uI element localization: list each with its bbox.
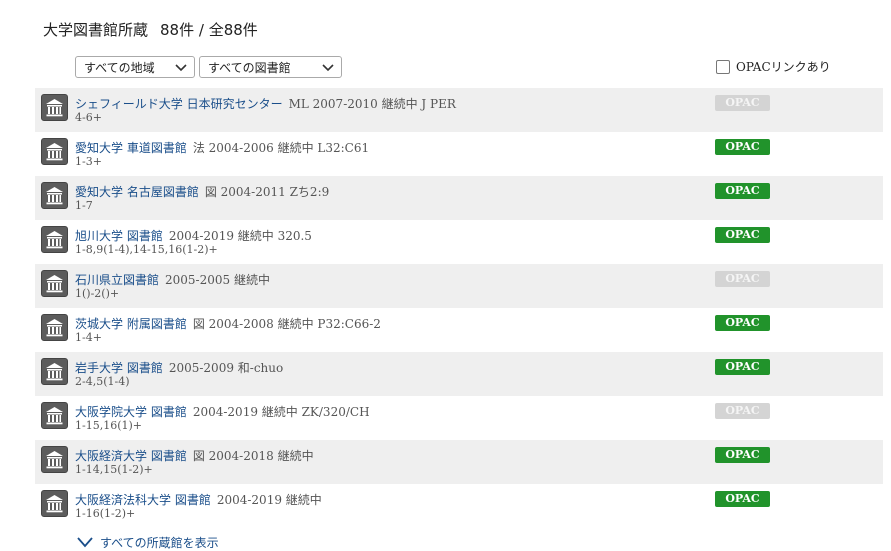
library-building-icon [41, 358, 68, 385]
holding-volumes: 2-4,5(1-4) [75, 375, 130, 388]
opac-button[interactable]: OPAC [715, 315, 770, 331]
holding-meta: 図 2004-2018 継続中 [192, 449, 314, 463]
opac-button[interactable]: OPAC [715, 491, 770, 507]
holding-summary: 愛知大学 車道図書館法 2004-2006 継続中 L32:C61 [75, 139, 369, 156]
library-select-value: すべての図書館 [208, 60, 291, 75]
opac-button[interactable]: OPAC [715, 227, 770, 243]
show-all-libraries-link[interactable]: すべての所蔵館を表示 [76, 534, 219, 551]
region-select-value: すべての地域 [84, 60, 155, 75]
holding-meta: 2004-2019 継続中 ZK/320/CH [192, 405, 370, 419]
library-building-icon [41, 402, 68, 429]
holding-summary: 大阪学院大学 図書館 2004-2019 継続中 ZK/320/CH [75, 403, 370, 420]
holding-summary: 石川県立図書館 2005-2005 継続中 [75, 271, 270, 288]
holding-volumes: 1-7 [75, 199, 93, 212]
holding-row: 茨城大学 附属図書館図 2004-2008 継続中 P32:C66-2 1-4+ O… [35, 308, 883, 352]
chevron-down-icon [322, 64, 334, 72]
library-select[interactable]: すべての図書館 [199, 56, 342, 78]
page-title: 大学図書館所蔵 88件 / 全88件 [43, 19, 258, 40]
holding-meta: ML 2007-2010 継続中 J PER [288, 97, 456, 111]
library-building-icon [41, 270, 68, 297]
holding-volumes: 1()-2()+ [75, 287, 120, 300]
holding-volumes: 1-4+ [75, 331, 102, 344]
holding-summary: 愛知大学 名古屋図書館図 2004-2011 Zち2:9 [75, 183, 329, 200]
chevron-down-icon [77, 536, 93, 547]
opac-link-checkbox[interactable] [716, 59, 730, 74]
holding-meta: 図 2004-2008 継続中 P32:C66-2 [192, 317, 381, 331]
holding-summary: シェフィールド大学 日本研究センター ML 2007-2010 継続中 J PER [75, 95, 456, 112]
region-select[interactable]: すべての地域 [75, 56, 195, 78]
holding-row: 岩手大学 図書館 2005-2009 和-chuo 2-4,5(1-4) OPAC [35, 352, 883, 396]
library-name-link[interactable]: 愛知大学 車道図書館 [75, 141, 187, 155]
holding-row: シェフィールド大学 日本研究センター ML 2007-2010 継続中 J PER… [35, 88, 883, 132]
library-name-link[interactable]: 大阪経済法科大学 図書館 [75, 493, 211, 507]
holding-meta: 2005-2009 和-chuo [168, 361, 284, 375]
library-name-link[interactable]: 旭川大学 図書館 [75, 229, 163, 243]
holding-row: 旭川大学 図書館 2004-2019 継続中 320.5 1-8,9(1-4),14… [35, 220, 883, 264]
library-name-link[interactable]: 愛知大学 名古屋図書館 [75, 185, 199, 199]
opac-button: OPAC [715, 271, 770, 287]
chevron-down-icon [175, 64, 187, 72]
holding-row: 石川県立図書館 2005-2005 継続中 1()-2()+ OPAC [35, 264, 883, 308]
holding-meta: 図 2004-2011 Zち2:9 [204, 185, 330, 199]
library-name-link[interactable]: シェフィールド大学 日本研究センター [75, 97, 283, 111]
library-building-icon [41, 446, 68, 473]
filter-bar: すべての地域 すべての図書館 [75, 56, 342, 78]
holding-meta: 法 2004-2006 継続中 L32:C61 [192, 141, 370, 155]
holding-row: 大阪学院大学 図書館 2004-2019 継続中 ZK/320/CH 1-15,16… [35, 396, 883, 440]
library-name-link[interactable]: 茨城大学 附属図書館 [75, 317, 187, 331]
holding-summary: 岩手大学 図書館 2005-2009 和-chuo [75, 359, 283, 376]
holding-volumes: 1-14,15(1-2)+ [75, 463, 153, 476]
holdings-list: シェフィールド大学 日本研究センター ML 2007-2010 継続中 J PER… [35, 88, 883, 528]
library-name-link[interactable]: 大阪経済大学 図書館 [75, 449, 187, 463]
holding-row: 大阪経済法科大学 図書館 2004-2019 継続中 1-16(1-2)+ OPAC [35, 484, 883, 528]
holding-volumes: 1-3+ [75, 155, 102, 168]
holding-meta: 2004-2019 継続中 320.5 [168, 229, 312, 243]
holding-summary: 大阪経済大学 図書館図 2004-2018 継続中 [75, 447, 314, 464]
holding-meta: 2005-2005 継続中 [165, 273, 270, 287]
holding-summary: 大阪経済法科大学 図書館 2004-2019 継続中 [75, 491, 322, 508]
holding-volumes: 1-16(1-2)+ [75, 507, 136, 520]
library-building-icon [41, 182, 68, 209]
opac-button: OPAC [715, 95, 770, 111]
opac-button[interactable]: OPAC [715, 139, 770, 155]
holding-summary: 茨城大学 附属図書館図 2004-2008 継続中 P32:C66-2 [75, 315, 381, 332]
holding-row: 愛知大学 名古屋図書館図 2004-2011 Zち2:9 1-7 OPAC [35, 176, 883, 220]
opac-button: OPAC [715, 403, 770, 419]
library-building-icon [41, 138, 68, 165]
library-name-link[interactable]: 大阪学院大学 図書館 [75, 405, 187, 419]
holdings-title: 大学図書館所蔵 [43, 21, 149, 39]
library-name-link[interactable]: 岩手大学 図書館 [75, 361, 163, 375]
opac-link-filter[interactable]: OPACリンクあり [716, 58, 831, 75]
opac-button[interactable]: OPAC [715, 447, 770, 463]
holding-volumes: 1-15,16(1)+ [75, 419, 143, 432]
library-name-link[interactable]: 石川県立図書館 [75, 273, 159, 287]
opac-link-checkbox-label: OPACリンクあり [736, 60, 831, 74]
opac-button[interactable]: OPAC [715, 359, 770, 375]
library-building-icon [41, 94, 68, 121]
opac-button[interactable]: OPAC [715, 183, 770, 199]
show-all-label: すべての所蔵館を表示 [100, 536, 219, 550]
holding-volumes: 4-6+ [75, 111, 102, 124]
library-building-icon [41, 314, 68, 341]
holding-summary: 旭川大学 図書館 2004-2019 継続中 320.5 [75, 227, 312, 244]
library-building-icon [41, 490, 68, 517]
library-building-icon [41, 226, 68, 253]
holding-row: 大阪経済大学 図書館図 2004-2018 継続中 1-14,15(1-2)+ OP… [35, 440, 883, 484]
holding-volumes: 1-8,9(1-4),14-15,16(1-2)+ [75, 243, 218, 256]
holding-meta: 2004-2019 継続中 [216, 493, 322, 507]
holdings-count: 88件 / 全88件 [160, 21, 258, 39]
holding-row: 愛知大学 車道図書館法 2004-2006 継続中 L32:C61 1-3+ OPA… [35, 132, 883, 176]
